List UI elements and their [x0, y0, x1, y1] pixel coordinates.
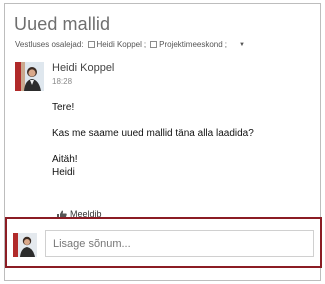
- participant-heidi-koppel[interactable]: Heidi Koppel: [87, 40, 142, 49]
- message-line-greeting: Tere!: [52, 102, 75, 113]
- message-line-question: Kas me saame uued mallid täna alla laadi…: [52, 128, 254, 139]
- conversation-title: Uued mallid: [14, 14, 111, 34]
- participants-bar: Vestluses osalejad: Heidi Koppel ; Proje…: [15, 40, 245, 49]
- person-photo-icon: [13, 233, 37, 257]
- person-photo-icon: [15, 62, 44, 91]
- message-line-signature: Heidi: [52, 167, 75, 178]
- message-sender[interactable]: Heidi Koppel: [52, 62, 114, 74]
- participant-name: Projektimeeskond: [159, 40, 223, 49]
- avatar[interactable]: [15, 62, 44, 91]
- reply-input[interactable]: [45, 230, 314, 257]
- participant-projektimeeskond[interactable]: Projektimeeskond: [150, 40, 223, 49]
- message-body: Tere! Kas me saame uued mallid täna alla…: [52, 101, 254, 179]
- participant-separator: ;: [143, 40, 147, 49]
- message-time: 18:28: [52, 77, 73, 86]
- reply-area: [5, 217, 322, 268]
- participant-separator: ;: [224, 40, 227, 49]
- presence-icon: [150, 41, 158, 48]
- avatar: [13, 233, 37, 257]
- message-line-thanks: Aitäh!: [52, 154, 78, 165]
- participants-label: Vestluses osalejad:: [15, 40, 84, 49]
- chevron-down-icon[interactable]: ▼: [239, 42, 245, 48]
- presence-icon: [87, 41, 95, 48]
- participant-name: Heidi Koppel: [96, 40, 142, 49]
